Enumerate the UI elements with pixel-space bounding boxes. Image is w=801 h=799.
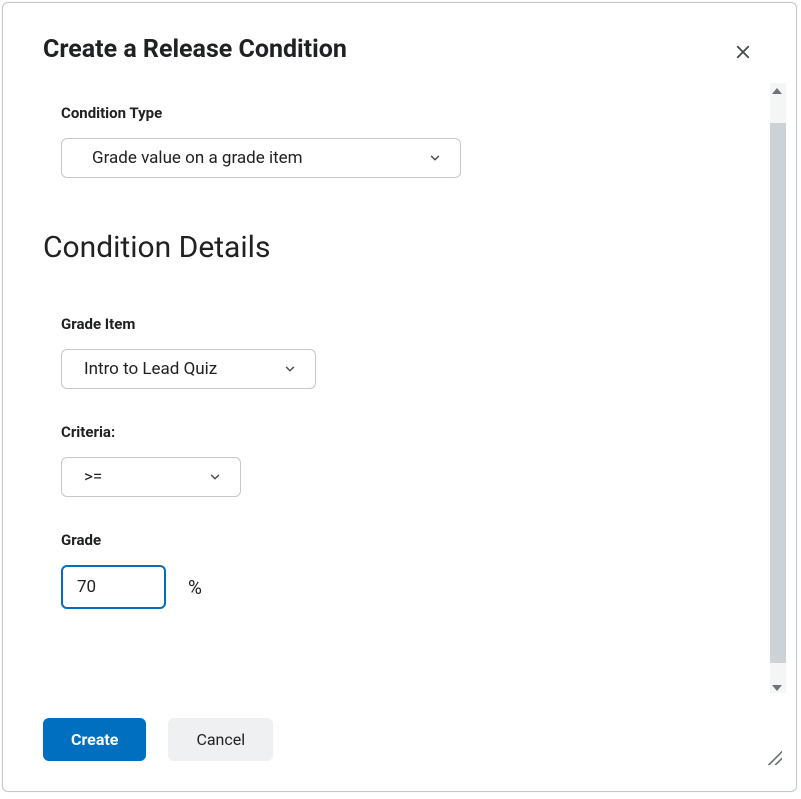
scroll-up-arrow-icon[interactable] [772, 88, 782, 94]
scrollbar-thumb[interactable] [770, 123, 786, 663]
condition-type-select-wrap: Grade value on a grade item [61, 138, 461, 178]
modal-footer: Create Cancel [3, 698, 796, 791]
criteria-group: Criteria: >= [43, 423, 756, 497]
grade-item-label: Grade Item [43, 315, 756, 333]
grade-item-group: Grade Item Intro to Lead Quiz [43, 315, 756, 389]
grade-item-select-wrap: Intro to Lead Quiz [61, 349, 316, 389]
criteria-label: Criteria: [43, 423, 756, 441]
criteria-select[interactable]: >= [61, 457, 241, 497]
criteria-select-wrap: >= [61, 457, 241, 497]
condition-type-select[interactable]: Grade value on a grade item [61, 138, 461, 178]
condition-type-label: Condition Type [43, 104, 756, 122]
scroll-down-arrow-icon[interactable] [772, 685, 782, 691]
condition-type-group: Condition Type Grade value on a grade it… [43, 104, 756, 178]
modal-header: Create a Release Condition [3, 3, 796, 68]
resize-handle-icon[interactable] [762, 745, 782, 769]
grade-label: Grade [43, 531, 756, 549]
grade-input[interactable] [61, 565, 166, 609]
modal-body: Condition Type Grade value on a grade it… [3, 104, 796, 698]
condition-details-heading: Condition Details [43, 230, 756, 265]
criteria-value: >= [84, 467, 102, 487]
modal-title: Create a Release Condition [43, 35, 347, 64]
grade-item-select[interactable]: Intro to Lead Quiz [61, 349, 316, 389]
grade-unit: % [188, 576, 202, 599]
close-icon [734, 43, 752, 64]
chevron-down-icon [283, 362, 297, 376]
release-condition-modal: Create a Release Condition Condition Typ… [2, 2, 797, 792]
cancel-button[interactable]: Cancel [168, 718, 273, 761]
chevron-down-icon [428, 151, 442, 165]
grade-group: Grade % [43, 531, 756, 609]
chevron-down-icon [208, 470, 222, 484]
create-button[interactable]: Create [43, 718, 146, 761]
grade-item-value: Intro to Lead Quiz [84, 359, 217, 379]
condition-type-value: Grade value on a grade item [92, 148, 303, 168]
close-button[interactable] [730, 39, 756, 68]
scrollbar-track[interactable] [770, 83, 786, 693]
